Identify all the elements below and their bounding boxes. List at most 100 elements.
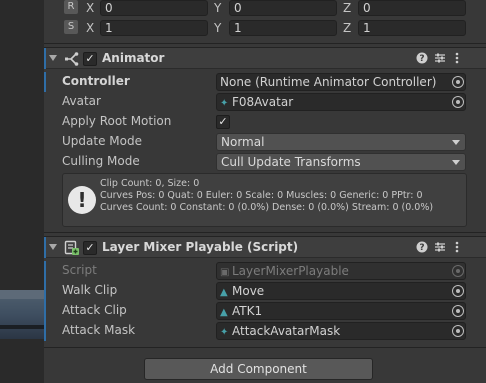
scale-y-label: Y [214,21,222,35]
attack-mask-row: Attack Mask ✦ AttackAvatarMask [44,321,486,341]
controller-row: Controller None (Runtime Animator Contro… [44,72,486,92]
animator-info-box: ! Clip Count: 0, Size: 0 Curves Pos: 0 Q… [62,173,467,227]
selection-bar [44,237,46,258]
object-picker-icon[interactable] [452,325,464,337]
scene-view-preview [0,299,44,339]
script-icon [64,240,79,255]
help-icon[interactable]: ? [415,52,429,66]
script-asset-icon: ▣ [220,267,230,278]
svg-text:?: ? [419,243,424,253]
layer-mixer-enabled-checkbox[interactable]: ✓ [83,241,97,255]
walk-clip-field[interactable]: ▲ Move [216,282,466,300]
help-icon[interactable]: ? [415,241,429,255]
avatar-label: Avatar [62,94,101,108]
script-value: LayerMixerPlayable [232,264,349,278]
walk-clip-row: Walk Clip ▲ Move [44,281,486,301]
info-line-clip-count: Clip Count: 0, Size: 0 [100,178,200,189]
attack-clip-value: ATK1 [232,304,263,318]
avatar-value: F08Avatar [232,95,294,109]
foldout-arrow-icon[interactable] [49,55,57,61]
update-mode-label: Update Mode [62,134,142,148]
selection-bar [44,321,46,341]
walk-clip-label: Walk Clip [62,283,118,297]
controller-value: None (Runtime Animator Controller) [220,75,437,89]
culling-mode-dropdown[interactable]: Cull Update Transforms [216,153,466,171]
update-mode-value: Normal [221,135,265,149]
object-picker-icon[interactable] [452,285,464,297]
attack-clip-field[interactable]: ▲ ATK1 [216,302,466,320]
scale-x-field[interactable]: 1 [100,20,208,36]
scale-z-label: Z [343,21,352,35]
inspector-panel: R X 0 Y 0 Z 0 S X 1 Y 1 Z 1 ✓ Animator ? [44,0,486,383]
rotation-x-field[interactable]: 0 [100,0,208,16]
animator-enabled-checkbox[interactable]: ✓ [83,52,97,66]
script-label: Script [62,263,97,277]
section-divider [44,347,486,348]
selection-bar [44,301,46,321]
add-component-button[interactable]: Add Component [144,358,373,380]
selection-bar [44,281,46,301]
animator-title: Animator [102,51,165,65]
attack-mask-field[interactable]: ✦ AttackAvatarMask [216,322,466,340]
animation-clip-icon: ▲ [220,307,228,318]
scale-x-label: X [86,21,95,35]
scale-row: S X 1 Y 1 Z 1 [44,20,486,38]
update-mode-dropdown[interactable]: Normal [216,133,466,151]
avatar-mask-icon: ✦ [220,327,229,338]
attack-clip-label: Attack Clip [62,303,127,317]
update-mode-row: Update Mode Normal [44,132,486,152]
walk-clip-value: Move [232,284,265,298]
scale-z-field[interactable]: 1 [358,20,466,36]
avatar-field[interactable]: ✦ F08Avatar [216,93,466,111]
more-menu-icon[interactable] [450,241,464,255]
preset-icon[interactable] [433,52,447,66]
info-line-curves-pos: Curves Pos: 0 Quat: 0 Euler: 0 Scale: 0 … [100,190,423,201]
apply-root-motion-row: Apply Root Motion ✓ [44,112,486,132]
culling-mode-row: Culling Mode Cull Update Transforms [44,152,486,172]
scene-view-sky [0,290,44,299]
rotation-row: R X 0 Y 0 Z 0 [44,0,486,18]
culling-mode-value: Cull Update Transforms [221,155,361,169]
scene-view-strip [0,0,44,383]
rotation-z-label: Z [343,1,352,15]
layer-mixer-header[interactable]: ✓ Layer Mixer Playable (Script) ? [44,236,486,258]
rotation-y-field[interactable]: 0 [229,0,337,16]
rotation-x-label: X [86,1,95,15]
script-field: ▣ LayerMixerPlayable [216,262,466,280]
script-row: Script ▣ LayerMixerPlayable [44,261,486,281]
object-picker-icon[interactable] [452,76,464,88]
controller-label: Controller [62,74,130,88]
apply-root-motion-checkbox[interactable]: ✓ [216,115,230,129]
svg-text:?: ? [419,54,424,64]
chevron-down-icon [452,160,460,165]
apply-root-motion-label: Apply Root Motion [62,114,172,128]
culling-mode-label: Culling Mode [62,154,140,168]
attack-mask-value: AttackAvatarMask [232,324,341,338]
scale-y-field[interactable]: 1 [229,20,337,36]
controller-field[interactable]: None (Runtime Animator Controller) [216,73,466,91]
section-divider [44,232,486,233]
layer-mixer-title: Layer Mixer Playable (Script) [102,240,299,254]
avatar-asset-icon: ✦ [220,98,229,109]
chevron-down-icon [452,140,460,145]
object-picker-icon [452,265,464,277]
info-line-curves-count: Curves Count: 0 Constant: 0 (0.0%) Dense… [100,202,434,213]
attack-mask-label: Attack Mask [62,323,136,337]
selection-bar [44,48,46,69]
rotation-reset-button[interactable]: R [64,0,78,14]
animator-header[interactable]: ✓ Animator ? [44,47,486,69]
object-picker-icon[interactable] [452,305,464,317]
info-icon: ! [68,186,96,214]
rotation-y-label: Y [214,1,222,15]
rotation-z-field[interactable]: 0 [358,0,466,16]
attack-clip-row: Attack Clip ▲ ATK1 [44,301,486,321]
preset-icon[interactable] [433,241,447,255]
foldout-arrow-icon[interactable] [49,244,57,250]
more-menu-icon[interactable] [450,52,464,66]
section-divider [44,43,486,44]
animation-clip-icon: ▲ [220,287,228,298]
avatar-row: Avatar ✦ F08Avatar [44,92,486,112]
object-picker-icon[interactable] [452,96,464,108]
animator-icon [65,52,79,66]
scale-reset-button[interactable]: S [64,20,78,34]
